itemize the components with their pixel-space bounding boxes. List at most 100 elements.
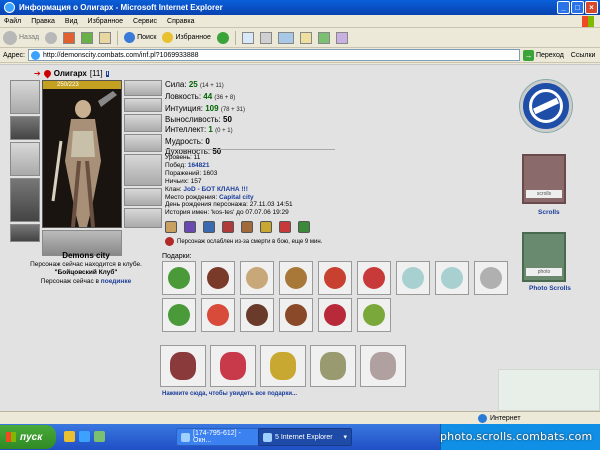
armor-slot[interactable] bbox=[10, 178, 40, 222]
research-icon[interactable] bbox=[335, 31, 348, 44]
big-gift-icon[interactable] bbox=[210, 345, 256, 387]
gift-icon[interactable] bbox=[435, 261, 469, 295]
gift-icon[interactable] bbox=[357, 261, 391, 295]
clan-link[interactable]: JoD - БОТ КЛАНА !!! bbox=[183, 186, 247, 193]
shield-icon[interactable] bbox=[203, 221, 215, 233]
media-icon[interactable] bbox=[216, 31, 229, 44]
photo-scrolls-link[interactable]: Photo Scrolls bbox=[529, 285, 571, 292]
city-name: Demons city bbox=[62, 251, 110, 260]
scrolls-link[interactable]: Scrolls bbox=[538, 209, 560, 216]
gift-icon[interactable] bbox=[396, 261, 430, 295]
clan-label: Клан: bbox=[165, 185, 182, 193]
favorites-button[interactable]: Избранное bbox=[162, 32, 211, 43]
battle-link[interactable]: поединке bbox=[101, 278, 131, 285]
more-gifts-link[interactable]: Нажмите сюда, чтобы увидеть все подарки.… bbox=[162, 391, 297, 397]
big-gift-icon[interactable] bbox=[360, 345, 406, 387]
toolbar: Назад Поиск Избранное bbox=[0, 28, 600, 48]
gift-icon[interactable] bbox=[279, 298, 313, 332]
links-button[interactable]: Ссылки bbox=[571, 52, 596, 59]
gift-image bbox=[480, 267, 502, 289]
helmet-slot[interactable] bbox=[10, 80, 40, 114]
gift-icon[interactable] bbox=[318, 261, 352, 295]
shield-icon[interactable] bbox=[298, 221, 310, 233]
discuss-icon[interactable] bbox=[299, 31, 312, 44]
forward-arrow-icon[interactable] bbox=[45, 31, 58, 44]
flower-icon[interactable] bbox=[279, 221, 291, 233]
page-top-border bbox=[0, 64, 600, 65]
messenger-icon[interactable] bbox=[317, 31, 330, 44]
legs-slot[interactable] bbox=[124, 188, 162, 206]
belt-slot[interactable] bbox=[10, 224, 40, 242]
stop-icon[interactable] bbox=[63, 31, 76, 44]
stat-label: Выносливость: bbox=[165, 115, 221, 125]
search-button[interactable]: Поиск bbox=[124, 32, 156, 43]
gift-icon[interactable] bbox=[357, 298, 391, 332]
menu-edit[interactable]: Правка bbox=[31, 18, 55, 25]
weapon-slot[interactable] bbox=[10, 142, 40, 176]
menu-favorites[interactable]: Избранное bbox=[88, 18, 123, 25]
menu-file[interactable]: Файл bbox=[4, 18, 21, 25]
menu-help[interactable]: Справка bbox=[167, 18, 194, 25]
big-gift-image bbox=[320, 352, 346, 380]
folder-icon[interactable] bbox=[64, 431, 75, 442]
minimize-button[interactable]: _ bbox=[557, 1, 570, 14]
shield-slot[interactable] bbox=[124, 154, 162, 186]
menu-tools[interactable]: Сервис bbox=[133, 18, 157, 25]
combats-logo-icon[interactable] bbox=[520, 80, 572, 132]
big-gift-icon[interactable] bbox=[160, 345, 206, 387]
gift-icon[interactable] bbox=[162, 261, 196, 295]
window-titlebar: Информация о Олигарх - Microsoft Interne… bbox=[0, 0, 600, 15]
ie-quick-icon[interactable] bbox=[79, 431, 90, 442]
gift-icon[interactable] bbox=[201, 298, 235, 332]
info-badge[interactable]: i bbox=[105, 70, 110, 77]
refresh-icon[interactable] bbox=[81, 31, 94, 44]
star-icon bbox=[162, 32, 174, 43]
start-button[interactable]: пуск bbox=[0, 425, 56, 449]
gift-image bbox=[363, 267, 385, 289]
big-gift-icon[interactable] bbox=[310, 345, 356, 387]
taskbar-item-ie[interactable]: 5 Internet Explorer ▾ bbox=[258, 428, 352, 446]
medal-icon[interactable] bbox=[165, 221, 177, 233]
gift-icon[interactable] bbox=[279, 261, 313, 295]
stat-wisdom: Мудрость: 0 bbox=[165, 137, 365, 147]
address-url: http://demonscity.combats.com/inf.pl?106… bbox=[42, 51, 199, 59]
address-input[interactable]: http://demonscity.combats.com/inf.pl?106… bbox=[27, 49, 520, 61]
mail-icon[interactable] bbox=[241, 31, 254, 44]
earrings-slot[interactable] bbox=[124, 80, 162, 96]
rings-slot[interactable] bbox=[124, 114, 162, 132]
gift-icon[interactable] bbox=[162, 298, 196, 332]
character-info: Уровень: 11 Побед: 164821 Поражений: 160… bbox=[165, 154, 405, 217]
scrolls-banner-icon[interactable]: scrolls bbox=[522, 154, 566, 204]
desktop-icon[interactable] bbox=[94, 431, 105, 442]
gift-image bbox=[402, 267, 424, 289]
print-icon[interactable] bbox=[259, 31, 272, 44]
edit-icon[interactable] bbox=[277, 31, 294, 44]
boots-slot[interactable] bbox=[124, 208, 162, 228]
gloves-slot[interactable] bbox=[124, 134, 162, 152]
back-button[interactable]: Назад bbox=[3, 30, 39, 45]
go-button[interactable]: → Переход bbox=[522, 49, 564, 61]
shield-icon[interactable] bbox=[184, 221, 196, 233]
taskbar-item-window[interactable]: [174-795-612] - Окн... bbox=[176, 428, 262, 446]
gift-icon[interactable] bbox=[474, 261, 508, 295]
amulet-slot[interactable] bbox=[124, 98, 162, 112]
gift-icon[interactable] bbox=[240, 261, 274, 295]
zone-label: Интернет bbox=[490, 415, 521, 422]
maximize-button[interactable]: □ bbox=[571, 1, 584, 14]
weakness-text: Персонаж ослаблен из-за смерти в бою, ещ… bbox=[177, 238, 323, 245]
clan-icons-row bbox=[165, 221, 310, 233]
gift-icon[interactable] bbox=[318, 298, 352, 332]
bracers-slot[interactable] bbox=[10, 116, 40, 140]
menu-view[interactable]: Вид bbox=[65, 18, 78, 25]
shield-icon[interactable] bbox=[260, 221, 272, 233]
photo-scrolls-banner-icon[interactable]: photo bbox=[522, 232, 566, 282]
close-button[interactable]: × bbox=[585, 1, 598, 14]
stat-value: 0 bbox=[205, 136, 210, 146]
gift-icon[interactable] bbox=[240, 298, 274, 332]
info-birthday: День рождения персонажа: 27.11.03 14:51 bbox=[165, 201, 293, 209]
shield-icon[interactable] bbox=[241, 221, 253, 233]
shield-icon[interactable] bbox=[222, 221, 234, 233]
big-gift-icon[interactable] bbox=[260, 345, 306, 387]
gift-icon[interactable] bbox=[201, 261, 235, 295]
home-icon[interactable] bbox=[99, 31, 112, 44]
